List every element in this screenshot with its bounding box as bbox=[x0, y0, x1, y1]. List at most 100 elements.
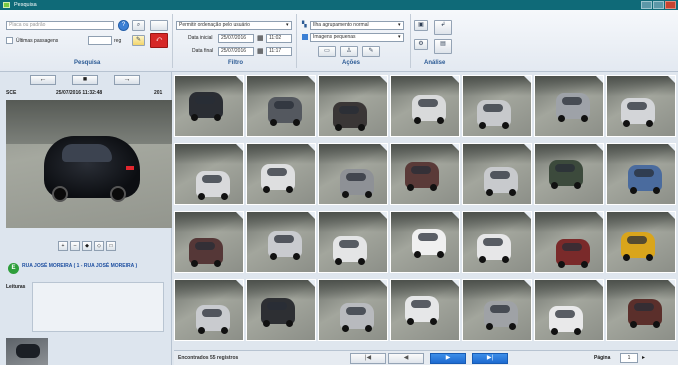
image-size-select[interactable]: Imagens pequenas bbox=[310, 33, 404, 42]
vehicle-image bbox=[484, 301, 518, 330]
close-button[interactable] bbox=[665, 1, 676, 9]
capture-thumbnail[interactable] bbox=[606, 279, 676, 341]
search-icon[interactable]: ⌕ bbox=[132, 20, 145, 31]
capture-thumbnail[interactable] bbox=[390, 143, 460, 205]
vehicle-image bbox=[340, 169, 374, 198]
next-page-button[interactable]: ▶ bbox=[430, 353, 466, 364]
brightness-icon[interactable]: ◇ bbox=[94, 241, 104, 251]
zoom-out-icon[interactable]: – bbox=[70, 241, 80, 251]
gear-icon[interactable]: ⚙ bbox=[414, 39, 428, 50]
capture-thumbnail[interactable] bbox=[534, 279, 604, 341]
readings-box bbox=[32, 282, 164, 332]
actions-group-label: Ações bbox=[342, 60, 361, 66]
capture-thumbnail[interactable] bbox=[534, 143, 604, 205]
capture-thumbnail[interactable] bbox=[318, 279, 388, 341]
vehicle-image bbox=[628, 165, 662, 194]
location-link[interactable]: RUA JOSÉ MOREIRA ( 1 - RUA JOSÉ MOREIRA … bbox=[22, 263, 162, 269]
capture-thumbnail[interactable] bbox=[318, 143, 388, 205]
vehicle-image bbox=[621, 98, 655, 127]
last-passages-input[interactable] bbox=[88, 36, 112, 45]
help-icon[interactable]: ? bbox=[118, 20, 129, 31]
separator bbox=[410, 14, 411, 68]
list-icon[interactable]: ▤ bbox=[434, 39, 452, 54]
capture-thumbnail[interactable] bbox=[390, 279, 460, 341]
capture-thumbnail[interactable] bbox=[318, 211, 388, 273]
minimize-button[interactable] bbox=[641, 1, 652, 9]
separator bbox=[296, 14, 297, 68]
first-page-button[interactable]: |◀ bbox=[350, 353, 386, 364]
last-passages-unit: reg bbox=[114, 38, 122, 44]
edit-icon[interactable]: ✎ bbox=[362, 46, 380, 57]
vehicle-image bbox=[261, 164, 295, 193]
vehicle-image bbox=[189, 92, 223, 121]
vehicle-image bbox=[556, 239, 590, 268]
vehicle-image bbox=[196, 171, 230, 200]
maximize-button[interactable] bbox=[653, 1, 664, 9]
capture-thumbnail[interactable] bbox=[246, 143, 316, 205]
contrast-icon[interactable]: ◆ bbox=[82, 241, 92, 251]
capture-thumbnail[interactable] bbox=[246, 211, 316, 273]
last-page-button[interactable]: ▶| bbox=[472, 353, 508, 364]
page-go-icon[interactable]: ▸ bbox=[642, 354, 645, 361]
edit-icon[interactable]: ↲ bbox=[434, 20, 452, 35]
vehicle-image bbox=[405, 162, 439, 191]
vehicle-image bbox=[621, 232, 655, 261]
image-tools: + – ◆ ◇ □ bbox=[58, 241, 116, 251]
capture-thumbnail[interactable] bbox=[534, 75, 604, 137]
previous-capture-thumbnail[interactable] bbox=[6, 338, 48, 365]
app-icon bbox=[3, 2, 10, 8]
grouping-icon: ▚ bbox=[302, 22, 307, 28]
page-label: Página bbox=[594, 355, 611, 361]
capture-thumbnail[interactable] bbox=[606, 143, 676, 205]
capture-thumbnail[interactable] bbox=[534, 211, 604, 273]
edit-icon[interactable]: ✎ bbox=[132, 35, 145, 46]
capture-number: 201 bbox=[154, 90, 163, 96]
capture-thumbnail[interactable] bbox=[390, 211, 460, 273]
calendar-icon[interactable]: ▦ bbox=[257, 47, 264, 55]
grouping-select[interactable]: Ilha agrupamento normal bbox=[310, 21, 404, 30]
capture-thumbnail[interactable] bbox=[462, 211, 532, 273]
capture-thumbnail[interactable] bbox=[462, 75, 532, 137]
title-bar: Pesquisa bbox=[0, 0, 678, 10]
start-time-input[interactable]: 11:02 bbox=[266, 34, 292, 43]
zoom-in-icon[interactable]: + bbox=[58, 241, 68, 251]
capture-grid bbox=[174, 73, 678, 349]
window-title: Pesquisa bbox=[14, 2, 37, 8]
capture-thumbnail[interactable] bbox=[246, 279, 316, 341]
blank-icon[interactable] bbox=[150, 20, 168, 31]
capture-thumbnail[interactable] bbox=[462, 279, 532, 341]
previous-button[interactable]: ← bbox=[30, 75, 56, 85]
capture-thumbnail[interactable] bbox=[318, 75, 388, 137]
monitor-icon[interactable]: ▣ bbox=[414, 20, 428, 31]
capture-thumbnail[interactable] bbox=[174, 279, 244, 341]
clear-icon[interactable]: ⤺ bbox=[150, 33, 168, 48]
vehicle-image bbox=[484, 167, 518, 196]
user-icon[interactable]: ♙ bbox=[340, 46, 358, 57]
stop-button[interactable]: ■ bbox=[72, 75, 98, 85]
previous-page-button[interactable]: ◀ bbox=[388, 353, 424, 364]
calendar-icon[interactable]: ▦ bbox=[257, 34, 264, 42]
capture-thumbnail[interactable] bbox=[462, 143, 532, 205]
capture-thumbnail[interactable] bbox=[606, 211, 676, 273]
capture-thumbnail[interactable] bbox=[174, 143, 244, 205]
end-time-input[interactable]: 11:17 bbox=[266, 47, 292, 56]
readings-label: Leituras bbox=[6, 284, 26, 290]
capture-thumbnail[interactable] bbox=[390, 75, 460, 137]
photo-icon[interactable]: ▭ bbox=[318, 46, 336, 57]
sort-select[interactable]: Permitir ordenação pelo usuário bbox=[176, 21, 292, 30]
page-number-input[interactable]: 1 bbox=[620, 353, 638, 363]
end-date-input[interactable]: 25/07/2016 bbox=[218, 47, 254, 56]
capture-thumbnail[interactable] bbox=[246, 75, 316, 137]
last-passages-checkbox[interactable] bbox=[6, 37, 13, 44]
chevron-down-icon: ▾ bbox=[286, 22, 289, 28]
next-button[interactable]: → bbox=[114, 75, 140, 85]
capture-thumbnail[interactable] bbox=[174, 75, 244, 137]
search-group-label: Pesquisa bbox=[74, 60, 101, 66]
selected-capture-photo[interactable] bbox=[6, 100, 172, 228]
vehicle-image bbox=[549, 306, 583, 335]
start-date-input[interactable]: 25/07/2016 bbox=[218, 34, 254, 43]
capture-thumbnail[interactable] bbox=[606, 75, 676, 137]
capture-thumbnail[interactable] bbox=[174, 211, 244, 273]
fit-icon[interactable]: □ bbox=[106, 241, 116, 251]
plate-search-input[interactable]: Placa ou padrão bbox=[6, 21, 114, 30]
